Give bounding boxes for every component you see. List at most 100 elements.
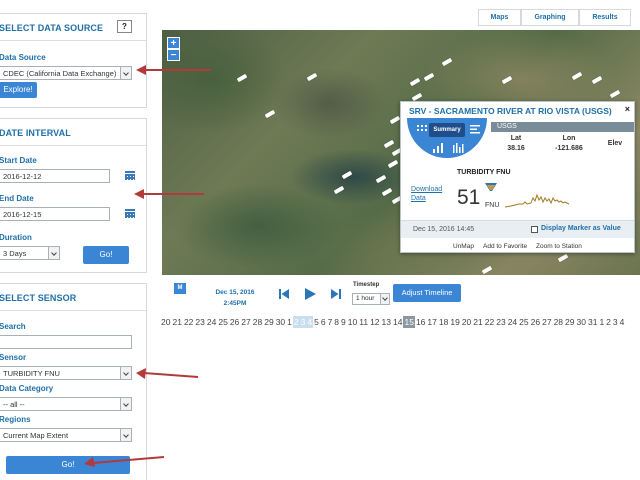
timeline-day[interactable]: 29 — [263, 316, 274, 328]
timeline-day[interactable]: 25 — [518, 316, 529, 328]
timeline-day[interactable]: 3 — [299, 316, 307, 328]
timeline-day[interactable]: 4 — [619, 316, 626, 328]
station-marker[interactable] — [333, 185, 345, 195]
station-marker[interactable] — [571, 71, 583, 81]
regions-select[interactable]: Current Map Extent — [0, 428, 132, 442]
station-marker[interactable] — [609, 89, 621, 99]
adjust-timeline-button[interactable]: Adjust Timeline — [393, 284, 461, 302]
station-marker[interactable] — [481, 265, 493, 275]
timeline-day[interactable]: 28 — [553, 316, 564, 328]
skip-forward-icon[interactable] — [331, 289, 341, 299]
station-marker[interactable] — [387, 159, 399, 169]
help-button[interactable]: ? — [117, 20, 132, 33]
station-marker[interactable] — [383, 139, 395, 149]
station-marker[interactable] — [501, 75, 513, 85]
timeline-day[interactable]: 9 — [340, 316, 347, 328]
station-marker[interactable] — [557, 253, 569, 263]
timeline-day[interactable]: 27 — [541, 316, 552, 328]
timeline-day[interactable]: 1 — [598, 316, 605, 328]
data-category-select[interactable]: -- all -- — [0, 397, 132, 411]
timeline-day[interactable]: 6 — [320, 316, 327, 328]
list-icon[interactable] — [470, 125, 480, 134]
tab-graphing[interactable]: Graphing — [521, 9, 579, 26]
station-marker[interactable] — [441, 57, 453, 67]
skip-back-icon[interactable] — [279, 289, 289, 299]
timeline-day[interactable]: 23 — [495, 316, 506, 328]
timeline-day[interactable]: 20 — [160, 316, 171, 328]
station-marker[interactable] — [381, 187, 393, 197]
timeline-day[interactable]: 12 — [369, 316, 380, 328]
map-layer-icon[interactable]: M — [174, 283, 186, 294]
grid-icon[interactable] — [417, 125, 427, 134]
timeline-day[interactable]: 27 — [240, 316, 251, 328]
station-marker[interactable] — [264, 109, 276, 119]
timeline-day[interactable]: 2 — [605, 316, 612, 328]
tab-maps[interactable]: Maps — [478, 9, 521, 26]
timeline-day[interactable]: 15 — [403, 316, 415, 328]
tab-results[interactable]: Results — [579, 9, 631, 26]
timeline-day[interactable]: 26 — [530, 316, 541, 328]
bar-chart-icon[interactable] — [433, 143, 445, 153]
start-date-input[interactable]: 2016-12-12 — [0, 169, 110, 183]
station-marker[interactable] — [423, 72, 435, 82]
timeline-day[interactable]: 25 — [217, 316, 228, 328]
calendar-icon[interactable] — [125, 171, 135, 180]
timeline-day[interactable]: 28 — [252, 316, 263, 328]
timeline-day[interactable]: 1 — [286, 316, 293, 328]
station-marker[interactable] — [389, 115, 401, 125]
end-date-input[interactable]: 2016-12-15 — [0, 207, 110, 221]
play-icon[interactable] — [305, 288, 316, 300]
zoom-in-button[interactable]: + — [167, 37, 180, 49]
timeline-day[interactable]: 21 — [472, 316, 483, 328]
timeline-day[interactable]: 17 — [426, 316, 437, 328]
timeline-day[interactable]: 22 — [484, 316, 495, 328]
timeline-day[interactable]: 13 — [381, 316, 392, 328]
timeline-day[interactable]: 18 — [438, 316, 449, 328]
explore-button[interactable]: Explore! — [0, 82, 37, 98]
unmap-link[interactable]: UnMap — [453, 243, 474, 250]
add-favorite-link[interactable]: Add to Favorite — [483, 243, 527, 250]
timeline-day[interactable]: 29 — [564, 316, 575, 328]
station-marker[interactable] — [411, 92, 423, 102]
station-marker[interactable] — [591, 75, 603, 85]
timeline-day[interactable]: 3 — [612, 316, 619, 328]
timeline-day[interactable]: 21 — [171, 316, 182, 328]
timeline-day[interactable]: 7 — [327, 316, 334, 328]
display-marker-checkbox[interactable] — [531, 226, 538, 233]
date-go-button[interactable]: Go! — [83, 246, 129, 264]
calendar-icon[interactable] — [125, 209, 135, 218]
timeline-day[interactable]: 23 — [194, 316, 205, 328]
station-marker[interactable] — [306, 72, 318, 82]
download-data-link[interactable]: Download Data — [411, 185, 451, 203]
waveform-icon[interactable] — [453, 143, 465, 153]
timeline-day[interactable]: 24 — [206, 316, 217, 328]
timeline-day[interactable]: 11 — [358, 316, 369, 328]
station-marker[interactable] — [341, 170, 353, 180]
timeline-day[interactable]: 31 — [587, 316, 598, 328]
timeline-day[interactable]: 20 — [461, 316, 472, 328]
duration-select[interactable]: 3 Days — [0, 246, 60, 260]
sensor-select[interactable]: TURBIDITY FNU — [0, 366, 132, 380]
zoom-station-link[interactable]: Zoom to Station — [536, 243, 582, 250]
timestep-select[interactable]: 1 hour — [352, 293, 390, 305]
station-marker[interactable] — [409, 77, 421, 87]
timeline-day[interactable]: 4 — [306, 316, 314, 328]
timeline-day[interactable]: 5 — [313, 316, 320, 328]
zoom-out-button[interactable]: − — [167, 49, 180, 61]
timeline-day[interactable]: 24 — [507, 316, 518, 328]
station-marker[interactable] — [375, 174, 387, 184]
timeline-day[interactable]: 30 — [275, 316, 286, 328]
timeline-day[interactable]: 14 — [392, 316, 403, 328]
station-marker[interactable] — [236, 73, 248, 83]
timeline-day[interactable]: 26 — [229, 316, 240, 328]
timeline-day[interactable]: 10 — [347, 316, 358, 328]
data-source-select[interactable]: CDEC (California Data Exchange) — [0, 66, 132, 80]
close-icon[interactable]: × — [625, 104, 630, 114]
search-input[interactable] — [0, 335, 132, 349]
timeline-day[interactable]: 22 — [183, 316, 194, 328]
tab-summary[interactable]: Summary — [429, 123, 465, 137]
timeline-day[interactable]: 19 — [449, 316, 460, 328]
timeline-day[interactable]: 16 — [415, 316, 426, 328]
timeline-day[interactable]: 8 — [333, 316, 340, 328]
timeline-day[interactable]: 2 — [292, 316, 300, 328]
